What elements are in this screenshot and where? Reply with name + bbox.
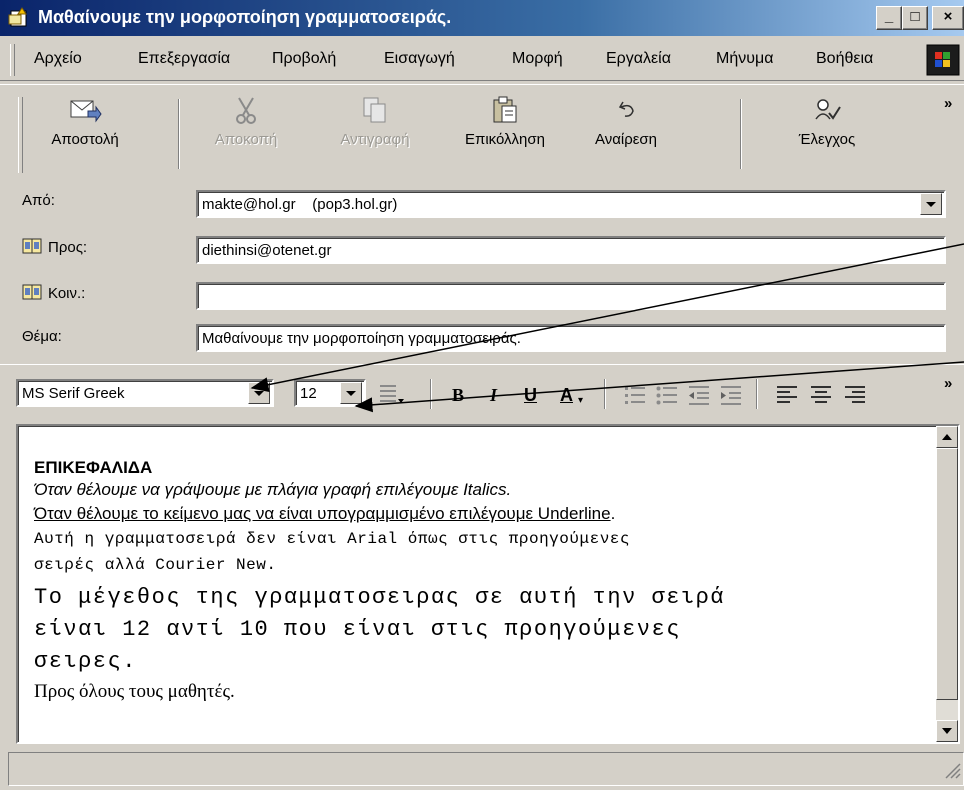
- scroll-down-arrow-icon: [942, 728, 952, 734]
- arrow-to-font-size: [354, 361, 964, 413]
- resize-grip-icon[interactable]: [943, 761, 961, 783]
- message-body-editor[interactable]: ΕΠΙΚΕΦΑΛΙΔΑ Όταν θέλουμε να γράψουμε με …: [16, 424, 960, 744]
- status-bar: [8, 752, 964, 786]
- body-italic-line: Όταν θέλουμε να γράψουμε με πλάγια γραφή…: [34, 480, 512, 499]
- scroll-down-button[interactable]: [936, 720, 958, 742]
- body-serif-line: Προς όλους τους μαθητές.: [34, 681, 235, 702]
- body-courier-line-1: Αυτή η γραμματοσειρά δεν είναι Arial όπω…: [34, 530, 630, 548]
- body-underline-period: .: [610, 504, 616, 523]
- body-large-line-2: είναι 12 αντί 10 που είναι στις προηγούμ…: [34, 617, 681, 642]
- scroll-up-arrow-icon: [942, 434, 952, 440]
- arrow-to-font-name: [250, 243, 964, 393]
- body-large-line-1: Το μέγεθος της γραμματοσειρας σε αυτή τη…: [34, 585, 726, 610]
- body-heading: ΕΠΙΚΕΦΑΛΙΔΑ: [34, 458, 153, 477]
- scrollbar-thumb[interactable]: [936, 448, 958, 700]
- scroll-up-button[interactable]: [936, 426, 958, 448]
- body-underline-text: Όταν θέλουμε το κείμενο μας να είναι υπο…: [34, 504, 611, 523]
- vertical-scrollbar[interactable]: [936, 426, 958, 742]
- body-underline-line: Όταν θέλουμε το κείμενο μας να είναι υπο…: [34, 504, 924, 524]
- body-large-line-3: σειρες.: [34, 649, 137, 674]
- message-body-text: ΕΠΙΚΕΦΑΛΙΔΑ Όταν θέλουμε να γράψουμε με …: [34, 458, 924, 706]
- body-courier-line-2: σειρές αλλά Courier New.: [34, 556, 277, 574]
